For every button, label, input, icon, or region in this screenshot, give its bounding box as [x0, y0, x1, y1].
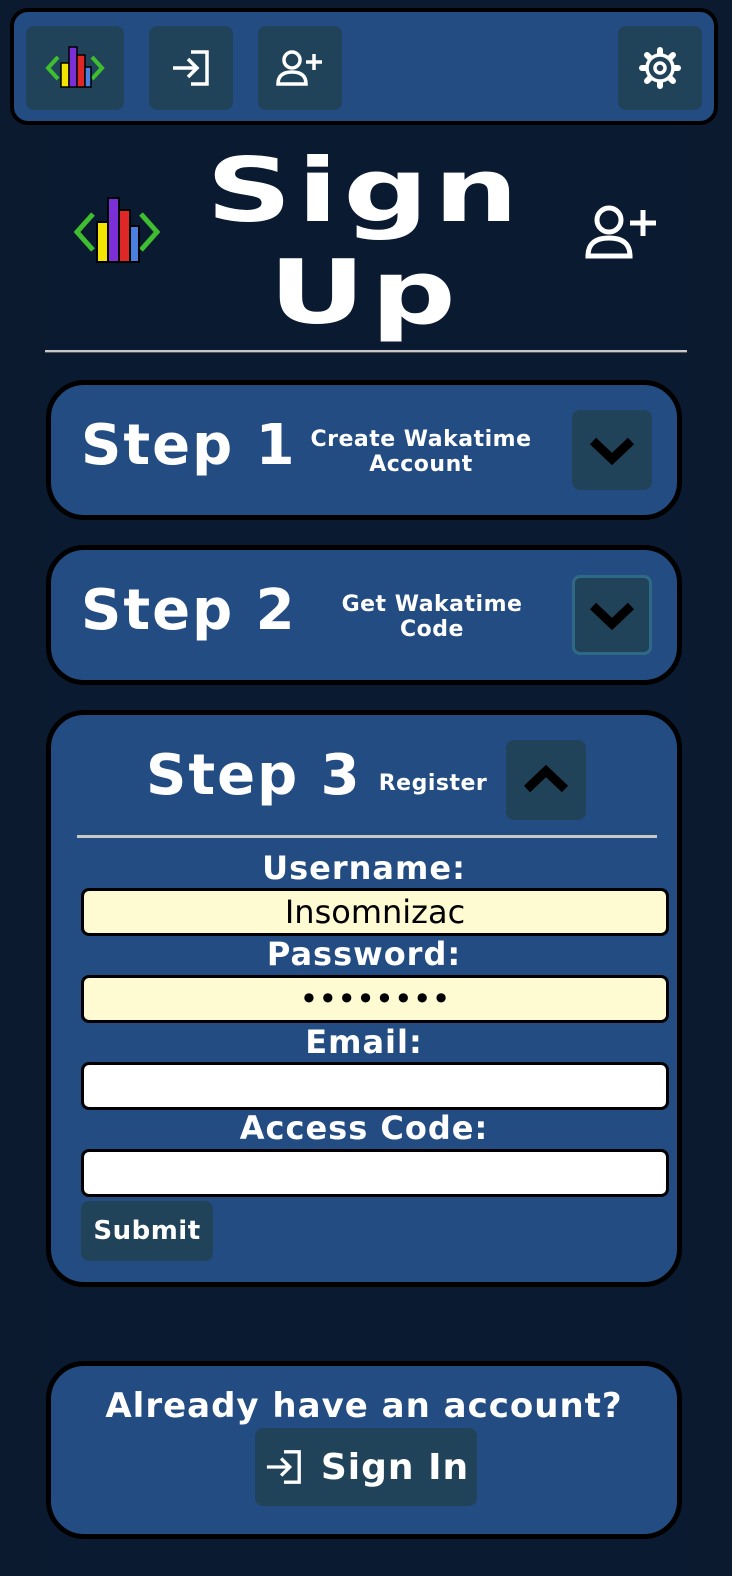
access-code-field[interactable] [81, 1149, 669, 1197]
sign-in-button[interactable]: Sign In [255, 1428, 477, 1506]
app-logo-icon [45, 46, 105, 88]
sign-in-button-label: Sign In [320, 1446, 470, 1488]
sign-up-nav-button[interactable] [258, 26, 342, 110]
sign-in-icon [173, 50, 209, 86]
settings-button[interactable] [618, 26, 702, 110]
step-2-card: Step 2 Get Wakatime Code [46, 545, 682, 685]
top-navbar [10, 8, 718, 125]
header-divider [45, 350, 687, 353]
password-field[interactable] [81, 975, 669, 1023]
add-user-icon [276, 50, 322, 86]
access-code-label: Access Code: [239, 1109, 489, 1147]
page-title: Sign Up [163, 140, 568, 344]
step-1-subtitle: Create Wakatime Account [301, 427, 541, 477]
step-1-card: Step 1 Create Wakatime Account [46, 380, 682, 520]
step-2-expand-button[interactable] [572, 575, 652, 655]
password-label: Password: [266, 935, 462, 973]
username-label: Username: [262, 849, 466, 887]
page-header: Sign Up [45, 130, 687, 352]
email-field[interactable] [81, 1062, 669, 1110]
page-title-line2: Up [268, 241, 462, 344]
step-2-subtitle: Get Wakatime Code [327, 592, 537, 642]
chevron-down-icon [589, 602, 635, 630]
step-3-collapse-button[interactable] [506, 740, 586, 820]
email-label: Email: [305, 1023, 423, 1061]
step-2-subtitle-line1: Get Wakatime [341, 592, 523, 617]
step-2-title: Step 2 [81, 578, 297, 643]
app-logo-icon [73, 197, 161, 263]
add-user-icon [585, 205, 656, 259]
step-3-subtitle: Register [378, 771, 488, 796]
sign-in-icon [266, 1450, 301, 1484]
step-3-card: Step 3 Register Username: Password: Emai… [46, 710, 682, 1287]
signin-card: Already have an account? Sign In [46, 1361, 682, 1539]
chevron-down-icon [589, 437, 635, 465]
step-1-subtitle-line1: Create Wakatime [310, 427, 532, 452]
username-field[interactable] [81, 888, 669, 936]
chevron-up-icon [523, 765, 569, 793]
sign-in-nav-button[interactable] [149, 26, 233, 110]
step-1-title: Step 1 [81, 413, 297, 478]
page-title-line1: Sign [206, 139, 524, 242]
step-3-title: Step 3 [146, 743, 362, 808]
home-logo-button[interactable] [26, 26, 124, 110]
signin-prompt: Already have an account? [105, 1386, 623, 1426]
submit-button[interactable]: Submit [81, 1201, 213, 1261]
step-1-expand-button[interactable] [572, 410, 652, 490]
step-2-subtitle-line2: Code [400, 617, 464, 642]
gear-icon [639, 47, 681, 89]
step-1-subtitle-line2: Account [369, 452, 473, 477]
step-3-divider [77, 835, 657, 838]
